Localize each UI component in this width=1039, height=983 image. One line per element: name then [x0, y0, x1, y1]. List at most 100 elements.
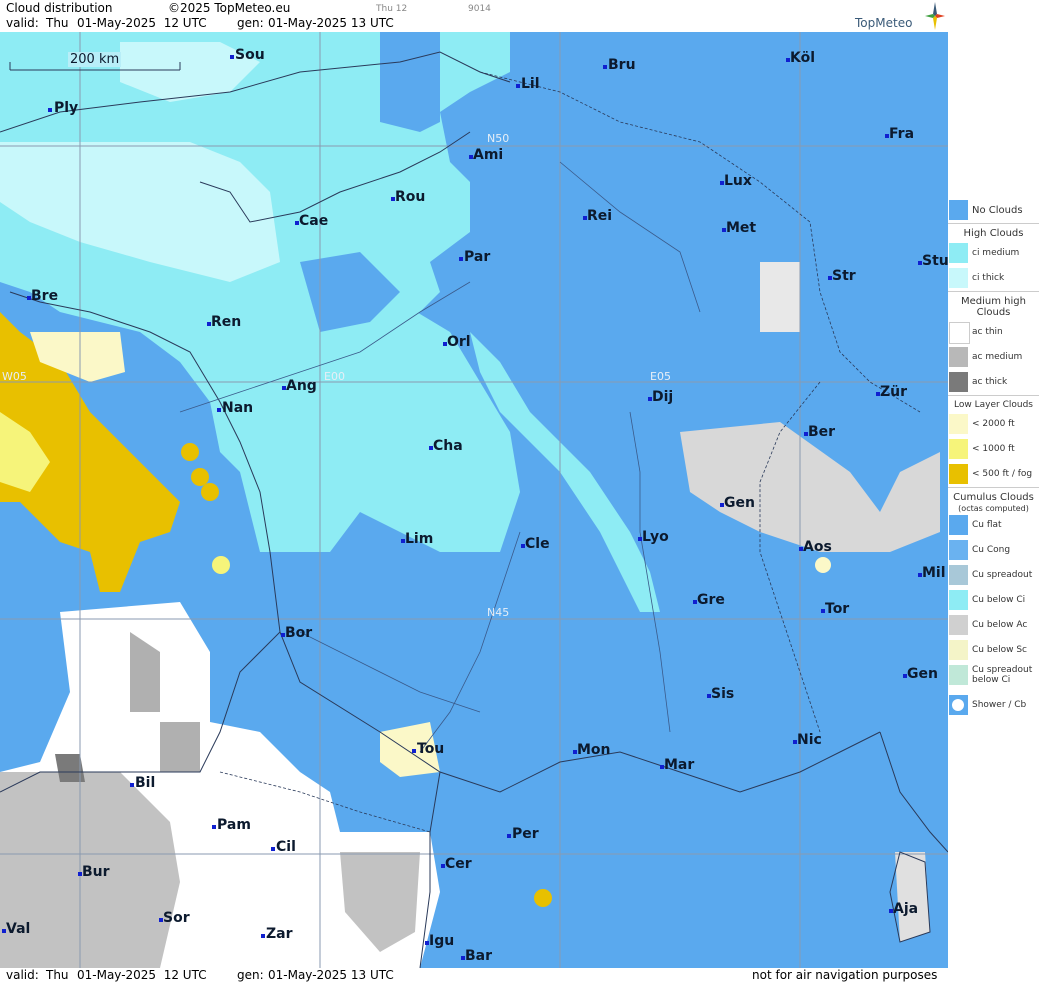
map-header: Cloud distribution ©2025 TopMeteo.eu Thu… [0, 0, 948, 32]
ac-thin-swatch [949, 322, 970, 344]
legend-ci-medium: ci medium [948, 241, 1039, 266]
city-label: Stu [922, 253, 948, 269]
footer-valid-label: valid: [6, 968, 39, 982]
city-label: Mil [922, 565, 946, 581]
city-label: Cae [299, 213, 329, 229]
city-label: Ber [808, 424, 836, 440]
city-label: Lyo [642, 529, 669, 545]
city-label: Nan [222, 400, 254, 416]
valid-label: valid: [6, 16, 39, 30]
city-marker-dot [271, 847, 275, 851]
legend-cu-cong: Cu Cong [948, 538, 1039, 563]
legend-medium-high-heading: Medium high Clouds [948, 291, 1039, 320]
city-label: Cha [433, 438, 463, 454]
valid-day: Thu [46, 16, 69, 30]
legend-ci-thick: ci thick [948, 266, 1039, 291]
city-label: Tou [417, 741, 445, 757]
legend-low-2000: < 2000 ft [948, 412, 1039, 437]
city-marker-dot [130, 783, 134, 787]
city-marker-dot [217, 408, 221, 412]
footer-gen-time: 01-May-2025 13 UTC [268, 968, 394, 982]
city-label: Ren [211, 314, 242, 330]
city-label: Sis [711, 686, 735, 702]
cu-flat-swatch [949, 515, 968, 535]
city-label: Tor [825, 601, 850, 617]
legend-ac-thin: ac thin [948, 320, 1039, 345]
frame-code: Thu 12 [376, 4, 408, 14]
cu-spreadout-below-ci-swatch [949, 665, 968, 685]
city-label: Cle [525, 536, 550, 552]
ac-thin-alps [680, 422, 940, 552]
cu-below-ac-swatch [949, 615, 968, 635]
city-marker-dot [516, 84, 520, 88]
city-label: Ply [54, 100, 79, 116]
city-marker-dot [230, 55, 234, 59]
legend: No Clouds High Clouds ci medium ci thick… [948, 198, 1039, 718]
city-label: Bil [135, 775, 156, 791]
cloud-map[interactable]: 200 km N50 N45 W05 E00 E05 Sou Ply Lil Bru K… [0, 32, 948, 968]
legend-low-500: < 500 ft / fog [948, 462, 1039, 487]
ac-medium-patch-2 [160, 722, 200, 772]
city-label: Igu [429, 933, 455, 949]
legend-cu-spreadout-below-ci: Cu spreadout below Ci [948, 663, 1039, 693]
city-marker-dot [603, 65, 607, 69]
city-marker-dot [412, 749, 416, 753]
footer-valid-time: 01-May-2025 12 UTC [77, 968, 207, 982]
ac-thick-swatch [949, 372, 968, 392]
valid-time: 01-May-2025 12 UTC [77, 16, 207, 30]
shower-cloud-icon [952, 699, 964, 711]
city-label: Cil [276, 839, 296, 855]
legend-cu-spreadout: Cu spreadout [948, 563, 1039, 588]
legend-low-1000: < 1000 ft [948, 437, 1039, 462]
footer-gen-label: gen: [237, 968, 264, 982]
no-clouds-swatch [949, 200, 968, 220]
gen-time: 01-May-2025 13 UTC [268, 16, 394, 30]
ci-medium-swatch [949, 243, 968, 263]
city-label: Mon [577, 742, 611, 758]
legend-high-clouds-heading: High Clouds [948, 223, 1039, 241]
city-label: Zür [880, 384, 908, 400]
city-label: Par [464, 249, 491, 265]
cu-below-sc-swatch [949, 640, 968, 660]
footer-valid-day: Thu [46, 968, 69, 982]
city-label: Fra [889, 126, 915, 142]
low-2000-swatch [949, 414, 968, 434]
low-1000-swatch [949, 439, 968, 459]
frame-number: 9014 [468, 4, 491, 14]
grid-label-e05: E05 [650, 370, 671, 383]
legend-shower: Shower / Cb [948, 693, 1039, 718]
city-label: Pam [217, 817, 251, 833]
city-label: Ami [473, 147, 504, 163]
city-label: Bur [82, 864, 110, 880]
legend-cu-flat: Cu flat [948, 513, 1039, 538]
city-label: Met [726, 220, 757, 236]
ci-thick-swatch [949, 268, 968, 288]
legend-cu-below-ci: Cu below Ci [948, 588, 1039, 613]
city-marker-dot [507, 834, 511, 838]
city-label: Lux [724, 173, 752, 189]
city-marker-dot [459, 257, 463, 261]
cu-spreadout-swatch [949, 565, 968, 585]
city-label: Zar [266, 926, 293, 942]
city-marker-dot [48, 108, 52, 112]
city-label: Rei [587, 208, 613, 224]
city-label: Bar [465, 948, 493, 964]
map-title: Cloud distribution [6, 1, 113, 15]
city-marker-dot [212, 825, 216, 829]
grid-label-n45: N45 [487, 606, 510, 619]
legend-low-layer-heading: Low Layer Clouds [948, 395, 1039, 412]
city-marker-dot [261, 934, 265, 938]
copyright: ©2025 TopMeteo.eu [168, 1, 291, 15]
city-label: Aos [803, 539, 832, 555]
gen-label: gen: [237, 16, 264, 30]
clear-patch [380, 32, 440, 132]
scale-label: 200 km [68, 52, 122, 67]
cu-cong-swatch [949, 540, 968, 560]
legend-octas-note: (octas computed) [958, 504, 1029, 513]
city-label: Gen [724, 495, 755, 511]
city-label: Mar [664, 757, 695, 773]
low-500-swatch [949, 464, 968, 484]
city-label: Bru [608, 57, 636, 73]
grid-label-e00: E00 [324, 370, 345, 383]
legend-ac-medium: ac medium [948, 345, 1039, 370]
